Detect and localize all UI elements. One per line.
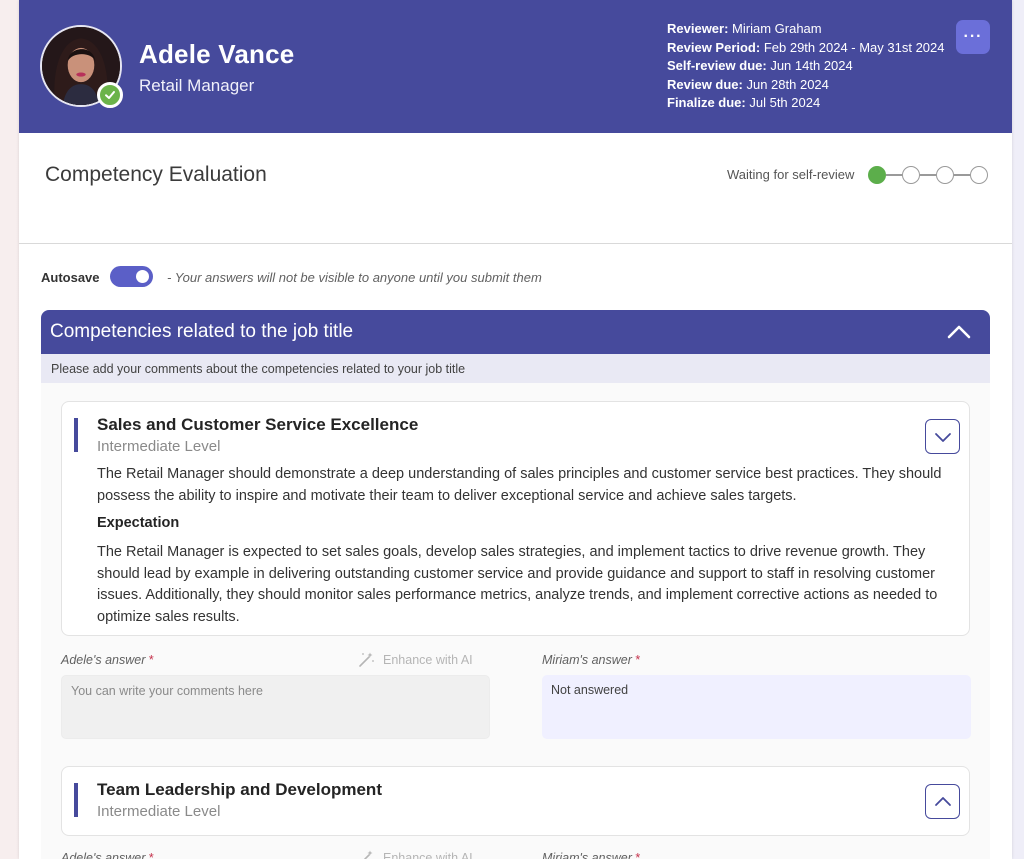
own-answer-label-text: Adele's answer: [61, 851, 146, 859]
meta-value: Jul 5th 2024: [749, 95, 821, 111]
competency-expand-button[interactable]: [925, 419, 960, 454]
competency-title: Sales and Customer Service Excellence: [97, 415, 419, 434]
autosave-label: Autosave: [41, 270, 100, 285]
meta-reviewer: Reviewer: Miriam Graham: [667, 20, 945, 39]
other-answer-label-text: Miriam's answer: [542, 851, 632, 859]
magic-wand-icon: [363, 850, 373, 859]
chevron-up-icon: [934, 796, 951, 806]
meta-label: Review Period:: [667, 39, 761, 55]
other-answer-label-text: Miriam's answer: [542, 653, 632, 667]
expectation-text: The Retail Manager is expected to set sa…: [97, 544, 938, 626]
own-answer-label: Adele's answer *: [61, 851, 154, 859]
competency-level: Intermediate Level: [97, 438, 221, 455]
more-options-button[interactable]: ···: [956, 20, 990, 54]
competencies-panel-header[interactable]: Competencies related to the job title: [41, 310, 990, 354]
review-card: Adele Vance Retail Manager Reviewer: Mir…: [19, 0, 1012, 859]
meta-label: Finalize due:: [667, 95, 746, 111]
step-3: [936, 166, 954, 184]
required-mark: *: [148, 851, 154, 859]
toggle-knob: [136, 270, 149, 283]
competency-card: Sales and Customer Service Excellence In…: [61, 401, 970, 636]
autosave-note: - Your answers will not be visible to an…: [167, 270, 542, 285]
step-connector: [886, 174, 902, 176]
meta-self-review-due: Self-review due: Jun 14th 2024: [667, 57, 945, 76]
employee-role: Retail Manager: [139, 76, 255, 95]
expectation-label: Expectation: [97, 515, 180, 531]
required-mark: *: [635, 653, 641, 667]
more-icon: ···: [963, 28, 983, 45]
review-status-text: Waiting for self-review: [727, 167, 855, 182]
competency-accent-bar: [74, 418, 78, 452]
meta-value: Jun 28th 2024: [746, 76, 829, 92]
review-header: Adele Vance Retail Manager Reviewer: Mir…: [19, 0, 1012, 133]
meta-review-period: Review Period: Feb 29th 2024 - May 31st …: [667, 39, 945, 58]
presence-badge: [97, 82, 123, 108]
own-answer-label: Adele's answer *: [61, 653, 154, 667]
other-answer-display: Not answered: [542, 675, 971, 739]
competency-description: The Retail Manager should demonstrate a …: [97, 466, 942, 504]
step-4: [970, 166, 988, 184]
section-divider: [19, 243, 1012, 244]
enhance-label: Enhance with AI: [383, 653, 473, 667]
competency-level: Intermediate Level: [97, 803, 221, 820]
meta-label: Review due:: [667, 76, 743, 92]
competency-card: Team Leadership and Development Intermed…: [61, 766, 970, 836]
own-answer-input[interactable]: You can write your comments here: [61, 675, 490, 739]
meta-label: Reviewer:: [667, 21, 729, 36]
chevron-down-icon: [934, 432, 951, 442]
page-title: Competency Evaluation: [45, 163, 267, 186]
competency-title: Team Leadership and Development: [97, 780, 382, 799]
required-mark: *: [635, 851, 641, 859]
other-answer-label: Miriam's answer *: [542, 851, 640, 859]
meta-label: Self-review due:: [667, 58, 767, 74]
step-connector: [920, 174, 936, 176]
check-icon: [105, 91, 115, 99]
other-answer-label: Miriam's answer *: [542, 653, 640, 667]
own-answer-label-text: Adele's answer: [61, 653, 146, 667]
step-connector: [954, 174, 970, 176]
enhance-with-ai-button[interactable]: Enhance with AI: [357, 651, 473, 669]
magic-wand-icon: [359, 652, 374, 667]
avatar[interactable]: [40, 25, 123, 108]
competency-accent-bar: [74, 783, 78, 817]
enhance-with-ai-button[interactable]: Enhance with AI: [357, 849, 473, 859]
review-meta: Reviewer: Miriam Graham Review Period: F…: [667, 20, 945, 113]
meta-review-due: Review due: Jun 28th 2024: [667, 76, 945, 95]
meta-value: Miriam Graham: [732, 21, 822, 36]
panel-title: Competencies related to the job title: [50, 321, 354, 342]
autosave-toggle[interactable]: [110, 266, 153, 287]
step-1: [868, 166, 886, 184]
panel-subtitle: Please add your comments about the compe…: [41, 354, 990, 383]
enhance-label: Enhance with AI: [383, 851, 473, 859]
step-2: [902, 166, 920, 184]
meta-value: Jun 14th 2024: [770, 58, 853, 74]
review-progress-stepper: [868, 165, 988, 185]
competency-collapse-button[interactable]: [925, 784, 960, 819]
meta-finalize-due: Finalize due: Jul 5th 2024: [667, 94, 945, 113]
employee-name: Adele Vance: [139, 39, 295, 69]
meta-value: Feb 29th 2024 - May 31st 2024: [763, 39, 945, 55]
required-mark: *: [148, 653, 154, 667]
chevron-up-icon[interactable]: [946, 320, 972, 344]
